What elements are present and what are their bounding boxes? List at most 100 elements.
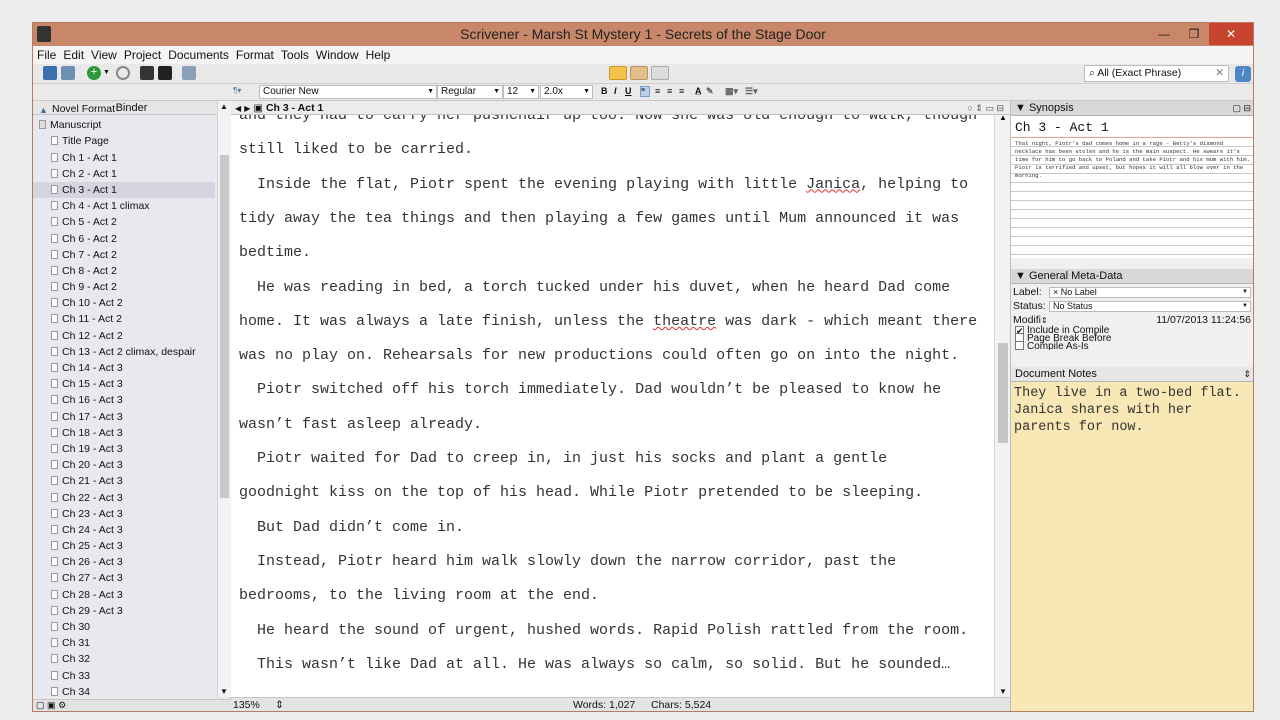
synopsis-options-icon[interactable]: ▢ ⊟ bbox=[1232, 101, 1251, 116]
view-mode-outliner-icon[interactable] bbox=[651, 66, 669, 80]
binder-item[interactable]: Ch 5 - Act 2 bbox=[33, 214, 215, 230]
binder-item[interactable]: Ch 15 - Act 3 bbox=[33, 376, 215, 392]
binder-item[interactable]: Ch 18 - Act 3 bbox=[33, 425, 215, 441]
binder-item[interactable]: Ch 22 - Act 3 bbox=[33, 490, 215, 506]
editor-line[interactable]: Instead, Piotr heard him walk slowly dow… bbox=[239, 553, 896, 570]
menu-view[interactable]: View bbox=[87, 46, 120, 62]
binder-item[interactable]: Ch 16 - Act 3 bbox=[33, 392, 215, 408]
menu-edit[interactable]: Edit bbox=[59, 46, 87, 62]
font-size-select[interactable]: 12 ▼ bbox=[503, 85, 539, 99]
view-mode-corkboard-icon[interactable] bbox=[630, 66, 648, 80]
binder-item[interactable]: Ch 34 bbox=[33, 684, 215, 697]
document-notes-text[interactable]: They live in a two-bed flat. Janica shar… bbox=[1011, 382, 1253, 711]
editor-line[interactable]: tidy away the tea things and then playin… bbox=[239, 210, 959, 227]
binder-item[interactable]: Ch 4 - Act 1 climax bbox=[33, 198, 215, 214]
info-icon[interactable]: i bbox=[1235, 66, 1251, 82]
scroll-up-icon[interactable]: ▲ bbox=[999, 113, 1007, 122]
table-icon[interactable]: ▦▾ bbox=[725, 86, 738, 97]
collapse-triangle-icon[interactable]: ▼ bbox=[1015, 270, 1026, 282]
align-center-button[interactable]: ≡ bbox=[655, 86, 660, 96]
synopsis-header[interactable]: ▼ Synopsis ▢ ⊟ bbox=[1011, 101, 1253, 116]
editor-line[interactable]: wasn’t fast asleep already. bbox=[239, 416, 482, 433]
font-family-select[interactable]: Courier New ▼ bbox=[259, 85, 437, 99]
compose-icon[interactable] bbox=[158, 66, 172, 80]
binder-item[interactable]: Ch 14 - Act 3 bbox=[33, 360, 215, 376]
add-icon[interactable]: + bbox=[87, 66, 101, 80]
binder-item[interactable]: Ch 12 - Act 2 bbox=[33, 328, 215, 344]
editor-line[interactable]: Piotr waited for Dad to creep in, in jus… bbox=[239, 450, 887, 467]
forward-arrow-icon[interactable]: ▶ bbox=[244, 104, 250, 113]
maximize-button[interactable]: ❐ bbox=[1179, 23, 1209, 45]
compile-as-is-checkbox[interactable]: Compile As-Is bbox=[1015, 341, 1089, 350]
menu-help[interactable]: Help bbox=[362, 46, 394, 62]
menu-window[interactable]: Window bbox=[312, 46, 362, 62]
zoom-stepper-icon[interactable]: ⇕ bbox=[275, 698, 284, 711]
font-style-select[interactable]: Regular ▼ bbox=[437, 85, 503, 99]
status-select[interactable]: No Status ▼ bbox=[1049, 301, 1251, 312]
back-arrow-icon[interactable]: ◀ bbox=[235, 104, 241, 113]
binder-item[interactable]: Ch 21 - Act 3 bbox=[33, 473, 215, 489]
binder-item[interactable]: Ch 7 - Act 2 bbox=[33, 247, 215, 263]
close-button[interactable]: ✕ bbox=[1209, 23, 1253, 45]
binder-scrollbar[interactable]: ▲ ▼ bbox=[217, 101, 231, 697]
binder-item[interactable]: Ch 29 - Act 3 bbox=[33, 603, 215, 619]
highlight-icon[interactable]: ✎ bbox=[706, 86, 714, 97]
binder-item[interactable]: Ch 32 bbox=[33, 651, 215, 667]
binder-item[interactable]: Title Page bbox=[33, 133, 215, 149]
editor-line[interactable]: bedtime. bbox=[239, 244, 311, 261]
view-mode-editor-icon[interactable] bbox=[609, 66, 627, 80]
minimize-button[interactable]: — bbox=[1149, 23, 1179, 45]
binder-item[interactable]: ▲ Novel Format bbox=[33, 101, 215, 117]
chevron-icon[interactable]: ⇕ bbox=[1041, 316, 1048, 325]
editor-line[interactable]: Piotr switched off his torch immediately… bbox=[239, 381, 941, 398]
binder-scroll-thumb[interactable] bbox=[220, 155, 229, 498]
editor-line[interactable]: He heard the sound of urgent, hushed wor… bbox=[239, 622, 968, 639]
editor-line[interactable]: But Dad didn’t come in. bbox=[239, 519, 464, 536]
binder-item[interactable]: Ch 33 bbox=[33, 668, 215, 684]
settings-icon[interactable]: ⚙ bbox=[58, 700, 66, 710]
underline-button[interactable]: U bbox=[625, 86, 632, 96]
menu-tools[interactable]: Tools bbox=[277, 46, 312, 62]
inspector-icon[interactable] bbox=[182, 66, 196, 80]
text-color-icon[interactable]: A̲ bbox=[695, 86, 702, 96]
editor-line[interactable]: This wasn’t like Dad at all. He was alwa… bbox=[239, 656, 950, 673]
add-doc-icon[interactable]: ▢ bbox=[36, 700, 45, 710]
binder-item[interactable]: Ch 20 - Act 3 bbox=[33, 457, 215, 473]
justify-button[interactable]: ≡ bbox=[679, 86, 684, 96]
menu-file[interactable]: File bbox=[33, 46, 59, 62]
binder-item[interactable]: Ch 10 - Act 2 bbox=[33, 295, 215, 311]
editor-line[interactable]: home. It was always a late finish, unles… bbox=[239, 313, 977, 330]
collections-icon[interactable] bbox=[61, 66, 75, 80]
binder-item[interactable]: Ch 2 - Act 1 bbox=[33, 166, 215, 182]
line-spacing-select[interactable]: 2.0x ▼ bbox=[540, 85, 593, 99]
binder-item[interactable]: Ch 1 - Act 1 bbox=[33, 150, 215, 166]
add-folder-icon[interactable]: ▣ bbox=[47, 700, 56, 710]
binder-item[interactable]: Ch 28 - Act 3 bbox=[33, 587, 215, 603]
collapse-triangle-icon[interactable]: ▼ bbox=[1015, 102, 1026, 114]
editor-line[interactable]: and they had to carry her pushchair up t… bbox=[239, 115, 977, 124]
synopsis-text[interactable]: That night, Piotr's dad comes home in a … bbox=[1011, 138, 1253, 258]
clear-search-icon[interactable]: ✕ bbox=[1215, 66, 1224, 81]
menu-format[interactable]: Format bbox=[232, 46, 277, 62]
binder-item[interactable]: Ch 11 - Act 2 bbox=[33, 311, 215, 327]
binder-item[interactable]: Ch 27 - Act 3 bbox=[33, 570, 215, 586]
notes-chevron-icon[interactable]: ⇕ bbox=[1243, 367, 1251, 382]
binder-item[interactable]: Ch 30 bbox=[33, 619, 215, 635]
meta-data-header[interactable]: ▼ General Meta-Data bbox=[1011, 269, 1253, 284]
add-dropdown-icon[interactable]: ▼ bbox=[103, 69, 111, 83]
search-input[interactable]: ⌕ All (Exact Phrase) ✕ bbox=[1084, 65, 1229, 82]
bold-button[interactable]: B bbox=[601, 86, 608, 96]
editor-scrollbar[interactable]: ▲ ▼ bbox=[994, 113, 1010, 697]
scroll-up-icon[interactable]: ▲ bbox=[220, 102, 228, 111]
label-select[interactable]: × No Label ▼ bbox=[1049, 287, 1251, 298]
editor-line[interactable]: He was reading in bed, a torch tucked un… bbox=[239, 279, 950, 296]
binder-item[interactable]: Ch 25 - Act 3 bbox=[33, 538, 215, 554]
scroll-down-icon[interactable]: ▼ bbox=[220, 687, 228, 696]
editor-line[interactable]: still liked to be carried. bbox=[239, 141, 473, 158]
binder-item[interactable]: Ch 3 - Act 1 bbox=[33, 181, 215, 199]
split-icon[interactable] bbox=[140, 66, 154, 80]
editor-scroll-thumb[interactable] bbox=[998, 343, 1008, 443]
align-right-button[interactable]: ≡ bbox=[667, 86, 672, 96]
editor-line[interactable]: bedrooms, to the living room at the end. bbox=[239, 587, 599, 604]
binder-item[interactable]: Ch 24 - Act 3 bbox=[33, 522, 215, 538]
